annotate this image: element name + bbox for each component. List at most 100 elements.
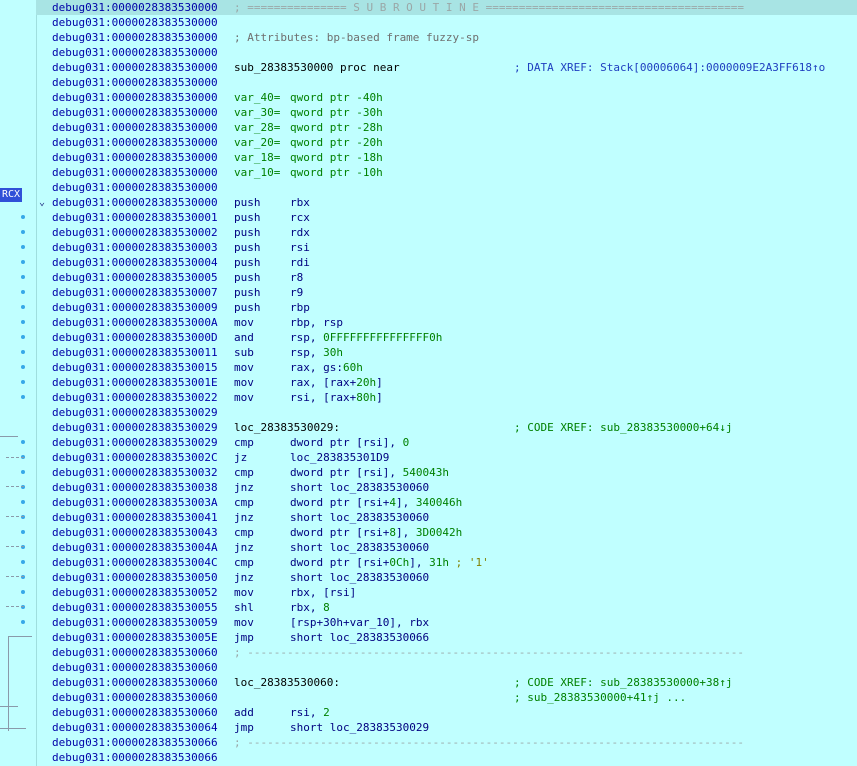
stack-var-name[interactable]: var_18= [234,150,280,165]
listing-line[interactable]: debug031:000002838353004A jnz short loc_28… [36,540,857,555]
line-address[interactable]: debug031:000002838353000A [52,315,218,330]
mnemonic[interactable]: push [234,225,261,240]
mnemonic[interactable]: mov [234,390,254,405]
line-address[interactable]: debug031:0000028383530055 [52,600,218,615]
breakpoint-dot-icon[interactable] [21,260,25,264]
operand-text[interactable]: rsp, [290,346,323,359]
operands[interactable]: rbx [290,195,310,210]
operand-text[interactable]: dword ptr [rsi], [290,436,403,449]
line-address[interactable]: debug031:0000028383530060 [52,675,218,690]
operand-text[interactable]: rsp, [290,331,323,344]
mnemonic[interactable]: jmp [234,720,254,735]
mnemonic[interactable]: push [234,285,261,300]
mnemonic[interactable]: push [234,210,261,225]
line-address[interactable]: debug031:0000028383530060 [52,705,218,720]
operand-text[interactable]: short loc_28383530060 [290,541,429,554]
operand-text[interactable]: loc_283835301D9 [290,451,389,464]
listing-line[interactable]: debug031:0000028383530043 cmp dword ptr [r… [36,525,857,540]
operands[interactable]: loc_283835301D9 [290,450,389,465]
breakpoint-dot-icon[interactable] [21,335,25,339]
line-address[interactable]: debug031:0000028383530000 [52,90,218,105]
listing-line[interactable]: debug031:000002838353004C cmp dword ptr [r… [36,555,857,570]
operand-text[interactable]: short loc_28383530029 [290,721,429,734]
operand-text[interactable]: rax, [rax+ [290,376,356,389]
operand-text[interactable]: dword ptr [rsi+ [290,526,389,539]
operand-text[interactable]: rbx, [rsi] [290,586,356,599]
line-address[interactable]: debug031:0000028383530000 [52,105,218,120]
listing-line[interactable]: debug031:000002838353001E mov rax, [rax+20… [36,375,857,390]
operand-text[interactable]: rbp [290,301,310,314]
line-address[interactable]: debug031:0000028383530066 [52,735,218,750]
mnemonic[interactable]: shl [234,600,254,615]
line-address[interactable]: debug031:0000028383530005 [52,270,218,285]
listing-line[interactable]: debug031:0000028383530029 cmp dword ptr [r… [36,435,857,450]
line-address[interactable]: debug031:0000028383530041 [52,510,218,525]
mnemonic[interactable]: jz [234,450,247,465]
operands[interactable]: rsi, 2 [290,705,330,720]
line-address[interactable]: debug031:0000028383530029 [52,420,218,435]
operand-text[interactable]: dword ptr [rsi+ [290,556,389,569]
operand-text[interactable]: rcx [290,211,310,224]
listing-line[interactable]: debug031:0000028383530022 mov rsi, [rax+80… [36,390,857,405]
operands[interactable]: rbx, 8 [290,600,330,615]
line-address[interactable]: debug031:0000028383530000 [52,195,218,210]
xref-comment[interactable]: ; sub_28383530000+41↑j ... [514,690,686,705]
operands[interactable]: [rsp+30h+var_10], rbx [290,615,429,630]
listing-line[interactable]: debug031:0000028383530060 add rsi, 2 [36,705,857,720]
line-address[interactable]: debug031:0000028383530000 [52,30,218,45]
line-address[interactable]: debug031:0000028383530000 [52,15,218,30]
operands[interactable]: rax, [rax+20h] [290,375,383,390]
stack-var-name[interactable]: var_40= [234,90,280,105]
listing-line[interactable]: debug031:0000028383530000 var_20= qword pt… [36,135,857,150]
line-address[interactable]: debug031:0000028383530000 [52,135,218,150]
collapse-chevron-icon[interactable]: ⌄ [39,195,45,210]
listing-line[interactable]: debug031:0000028383530066 [36,750,857,765]
breakpoint-dot-icon[interactable] [21,380,25,384]
operand-text[interactable]: rax, gs: [290,361,343,374]
listing-line[interactable]: debug031:0000028383530059 mov [rsp+30h+var… [36,615,857,630]
operand-text[interactable]: rdi [290,256,310,269]
operand-text[interactable]: rbx [290,196,310,209]
operand-text[interactable]: rbx, [290,601,323,614]
listing-line[interactable]: debug031:0000028383530001 push rcx [36,210,857,225]
operand-text[interactable]: dword ptr [rsi], [290,466,403,479]
line-address[interactable]: debug031:0000028383530000 [52,180,218,195]
line-address[interactable]: debug031:0000028383530009 [52,300,218,315]
disassembly-listing[interactable]: debug031:0000028383530000 ; =============… [36,0,857,766]
listing-line[interactable]: debug031:0000028383530004 push rdi [36,255,857,270]
mnemonic[interactable]: cmp [234,465,254,480]
operands[interactable]: dword ptr [rsi], 540043h [290,465,449,480]
operand-text[interactable]: short loc_28383530060 [290,571,429,584]
stack-var-name[interactable]: var_30= [234,105,280,120]
line-address[interactable]: debug031:0000028383530059 [52,615,218,630]
breakpoint-dot-icon[interactable] [21,230,25,234]
line-address[interactable]: debug031:0000028383530000 [52,0,218,15]
operand-text[interactable]: short loc_28383530060 [290,481,429,494]
line-address[interactable]: debug031:0000028383530000 [52,165,218,180]
line-address[interactable]: debug031:0000028383530029 [52,405,218,420]
mnemonic[interactable]: mov [234,360,254,375]
line-address[interactable]: debug031:0000028383530022 [52,390,218,405]
line-address[interactable]: debug031:0000028383530060 [52,645,218,660]
line-address[interactable]: debug031:0000028383530064 [52,720,218,735]
line-address[interactable]: debug031:0000028383530060 [52,660,218,675]
breakpoint-dot-icon[interactable] [21,245,25,249]
operand-text[interactable]: rbp, rsp [290,316,343,329]
mnemonic[interactable]: cmp [234,555,254,570]
breakpoint-dot-icon[interactable] [21,560,25,564]
breakpoint-dot-icon[interactable] [21,350,25,354]
listing-line[interactable]: debug031:0000028383530000 [36,45,857,60]
listing-line[interactable]: debug031:0000028383530003 push rsi [36,240,857,255]
operands[interactable]: dword ptr [rsi+8], 3D0042h [290,525,462,540]
listing-line[interactable]: debug031:0000028383530000 var_28= qword pt… [36,120,857,135]
listing-line[interactable]: debug031:0000028383530011 sub rsp, 30h [36,345,857,360]
listing-line[interactable]: debug031:0000028383530015 mov rax, gs:60h [36,360,857,375]
line-address[interactable]: debug031:000002838353002C [52,450,218,465]
line-address[interactable]: debug031:0000028383530050 [52,570,218,585]
operand-text[interactable]: rsi [290,241,310,254]
operand-text[interactable]: rsi, [rax+ [290,391,356,404]
mnemonic[interactable]: push [234,195,261,210]
listing-line[interactable]: debug031:0000028383530060 loc_28383530060… [36,675,857,690]
listing-line[interactable]: debug031:0000028383530007 push r9 [36,285,857,300]
line-address[interactable]: debug031:000002838353004C [52,555,218,570]
